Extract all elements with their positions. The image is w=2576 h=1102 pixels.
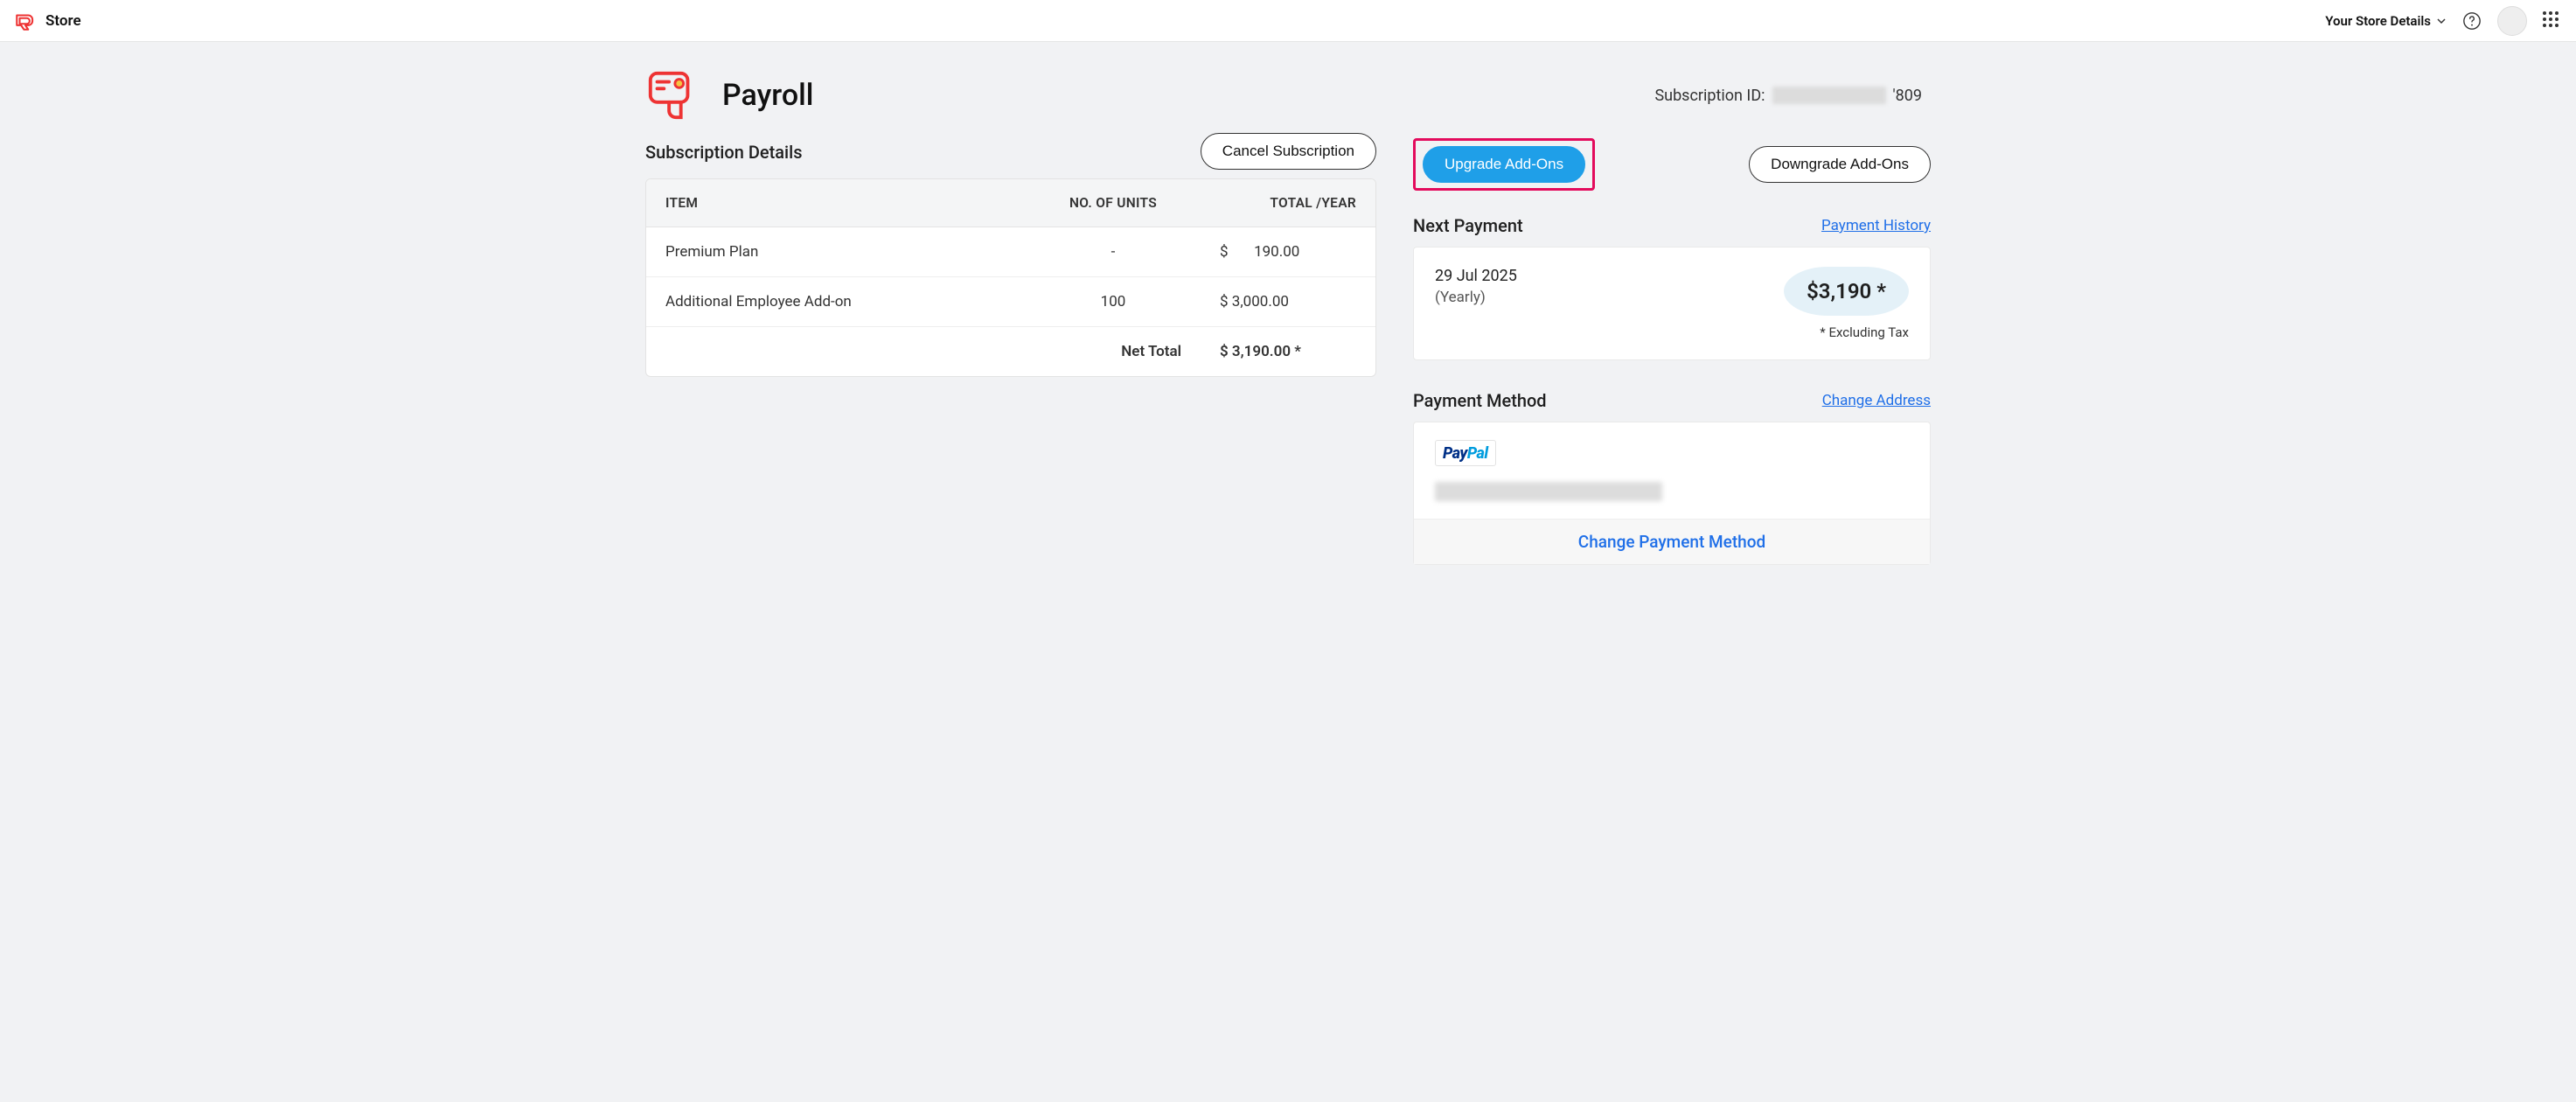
table-header-row: ITEM NO. OF UNITS TOTAL /YEAR [646, 179, 1375, 227]
brand-logo-icon [14, 10, 37, 32]
col-total: TOTAL /YEAR [1201, 179, 1375, 227]
payment-history-link[interactable]: Payment History [1821, 217, 1931, 234]
excluding-tax-note: * Excluding Tax [1784, 324, 1909, 340]
item-total: $ 3,000.00 [1201, 276, 1375, 326]
payroll-icon [645, 68, 700, 122]
next-payment-date: 29 Jul 2025 [1435, 267, 1517, 285]
paypal-pal: Pal [1467, 444, 1488, 463]
change-payment-method-link[interactable]: Change Payment Method [1578, 532, 1765, 552]
next-payment-card: 29 Jul 2025 (Yearly) $3,190 * * Excludin… [1413, 247, 1931, 360]
next-payment-term: (Yearly) [1435, 289, 1517, 306]
downgrade-addons-button[interactable]: Downgrade Add-Ons [1749, 146, 1931, 183]
app-launcher-icon[interactable] [2543, 11, 2562, 31]
next-payment-amount: $3,190 * [1784, 267, 1909, 316]
paypal-pay: Pay [1443, 444, 1467, 463]
page: Payroll Subscription ID: '809 Cancel Sub… [645, 42, 1931, 582]
change-address-link[interactable]: Change Address [1822, 392, 1931, 409]
payment-method-footer: Change Payment Method [1414, 519, 1930, 564]
chevron-down-icon [2436, 16, 2447, 26]
subscription-id-redacted [1772, 87, 1886, 104]
topbar-left: Store [14, 10, 81, 32]
payment-method-card: PayPal Change Payment Method [1413, 422, 1931, 565]
payment-method-heading: Payment Method [1413, 390, 1547, 411]
item-total: $ 190.00 [1201, 227, 1375, 276]
topbar: Store Your Store Details [0, 0, 2576, 42]
addon-actions-row: Upgrade Add-Ons Downgrade Add-Ons [1413, 138, 1931, 191]
left-column: Cancel Subscription Subscription Details… [645, 133, 1376, 377]
avatar[interactable] [2497, 6, 2527, 36]
subscription-id-suffix: '809 [1893, 87, 1923, 105]
next-payment-right: $3,190 * * Excluding Tax [1784, 267, 1909, 340]
help-icon[interactable] [2462, 11, 2482, 31]
paypal-badge: PayPal [1435, 440, 1496, 466]
next-payment-header: Next Payment Payment History [1413, 215, 1931, 236]
table-row: Additional Employee Add-on 100 $ 3,000.0… [646, 276, 1375, 326]
next-payment-heading: Next Payment [1413, 215, 1523, 236]
store-details-dropdown[interactable]: Your Store Details [2325, 13, 2447, 29]
subscription-details-table: ITEM NO. OF UNITS TOTAL /YEAR Premium Pl… [645, 178, 1376, 377]
topbar-right: Your Store Details [2325, 6, 2562, 36]
net-total-label: Net Total [1026, 326, 1201, 376]
subscription-id-block: Subscription ID: '809 [1654, 87, 1922, 105]
store-details-label: Your Store Details [2325, 13, 2431, 29]
item-units: 100 [1026, 276, 1201, 326]
payment-method-header: Payment Method Change Address [1413, 390, 1931, 411]
item-name: Premium Plan [646, 227, 1026, 276]
subscription-id-label: Subscription ID: [1654, 87, 1765, 105]
next-payment-left: 29 Jul 2025 (Yearly) [1435, 267, 1517, 306]
net-total-value: $ 3,190.00 * [1201, 326, 1375, 376]
cancel-subscription-button[interactable]: Cancel Subscription [1201, 133, 1376, 170]
upgrade-highlight: Upgrade Add-Ons [1413, 138, 1595, 191]
item-name: Additional Employee Add-on [646, 276, 1026, 326]
right-column: Upgrade Add-Ons Downgrade Add-Ons Next P… [1413, 133, 1931, 565]
store-label: Store [45, 12, 81, 30]
page-header-left: Payroll [645, 68, 1654, 122]
page-title: Payroll [722, 78, 813, 113]
item-units: - [1026, 227, 1201, 276]
content-row: Cancel Subscription Subscription Details… [645, 133, 1931, 565]
col-item: ITEM [646, 179, 1026, 227]
payment-account-redacted [1435, 482, 1662, 501]
col-units: NO. OF UNITS [1026, 179, 1201, 227]
payment-method-body: PayPal [1414, 422, 1930, 519]
page-header: Payroll Subscription ID: '809 [645, 68, 1931, 133]
upgrade-addons-button[interactable]: Upgrade Add-Ons [1423, 146, 1585, 183]
table-row: Premium Plan - $ 190.00 [646, 227, 1375, 276]
net-total-row: Net Total $ 3,190.00 * [646, 326, 1375, 376]
